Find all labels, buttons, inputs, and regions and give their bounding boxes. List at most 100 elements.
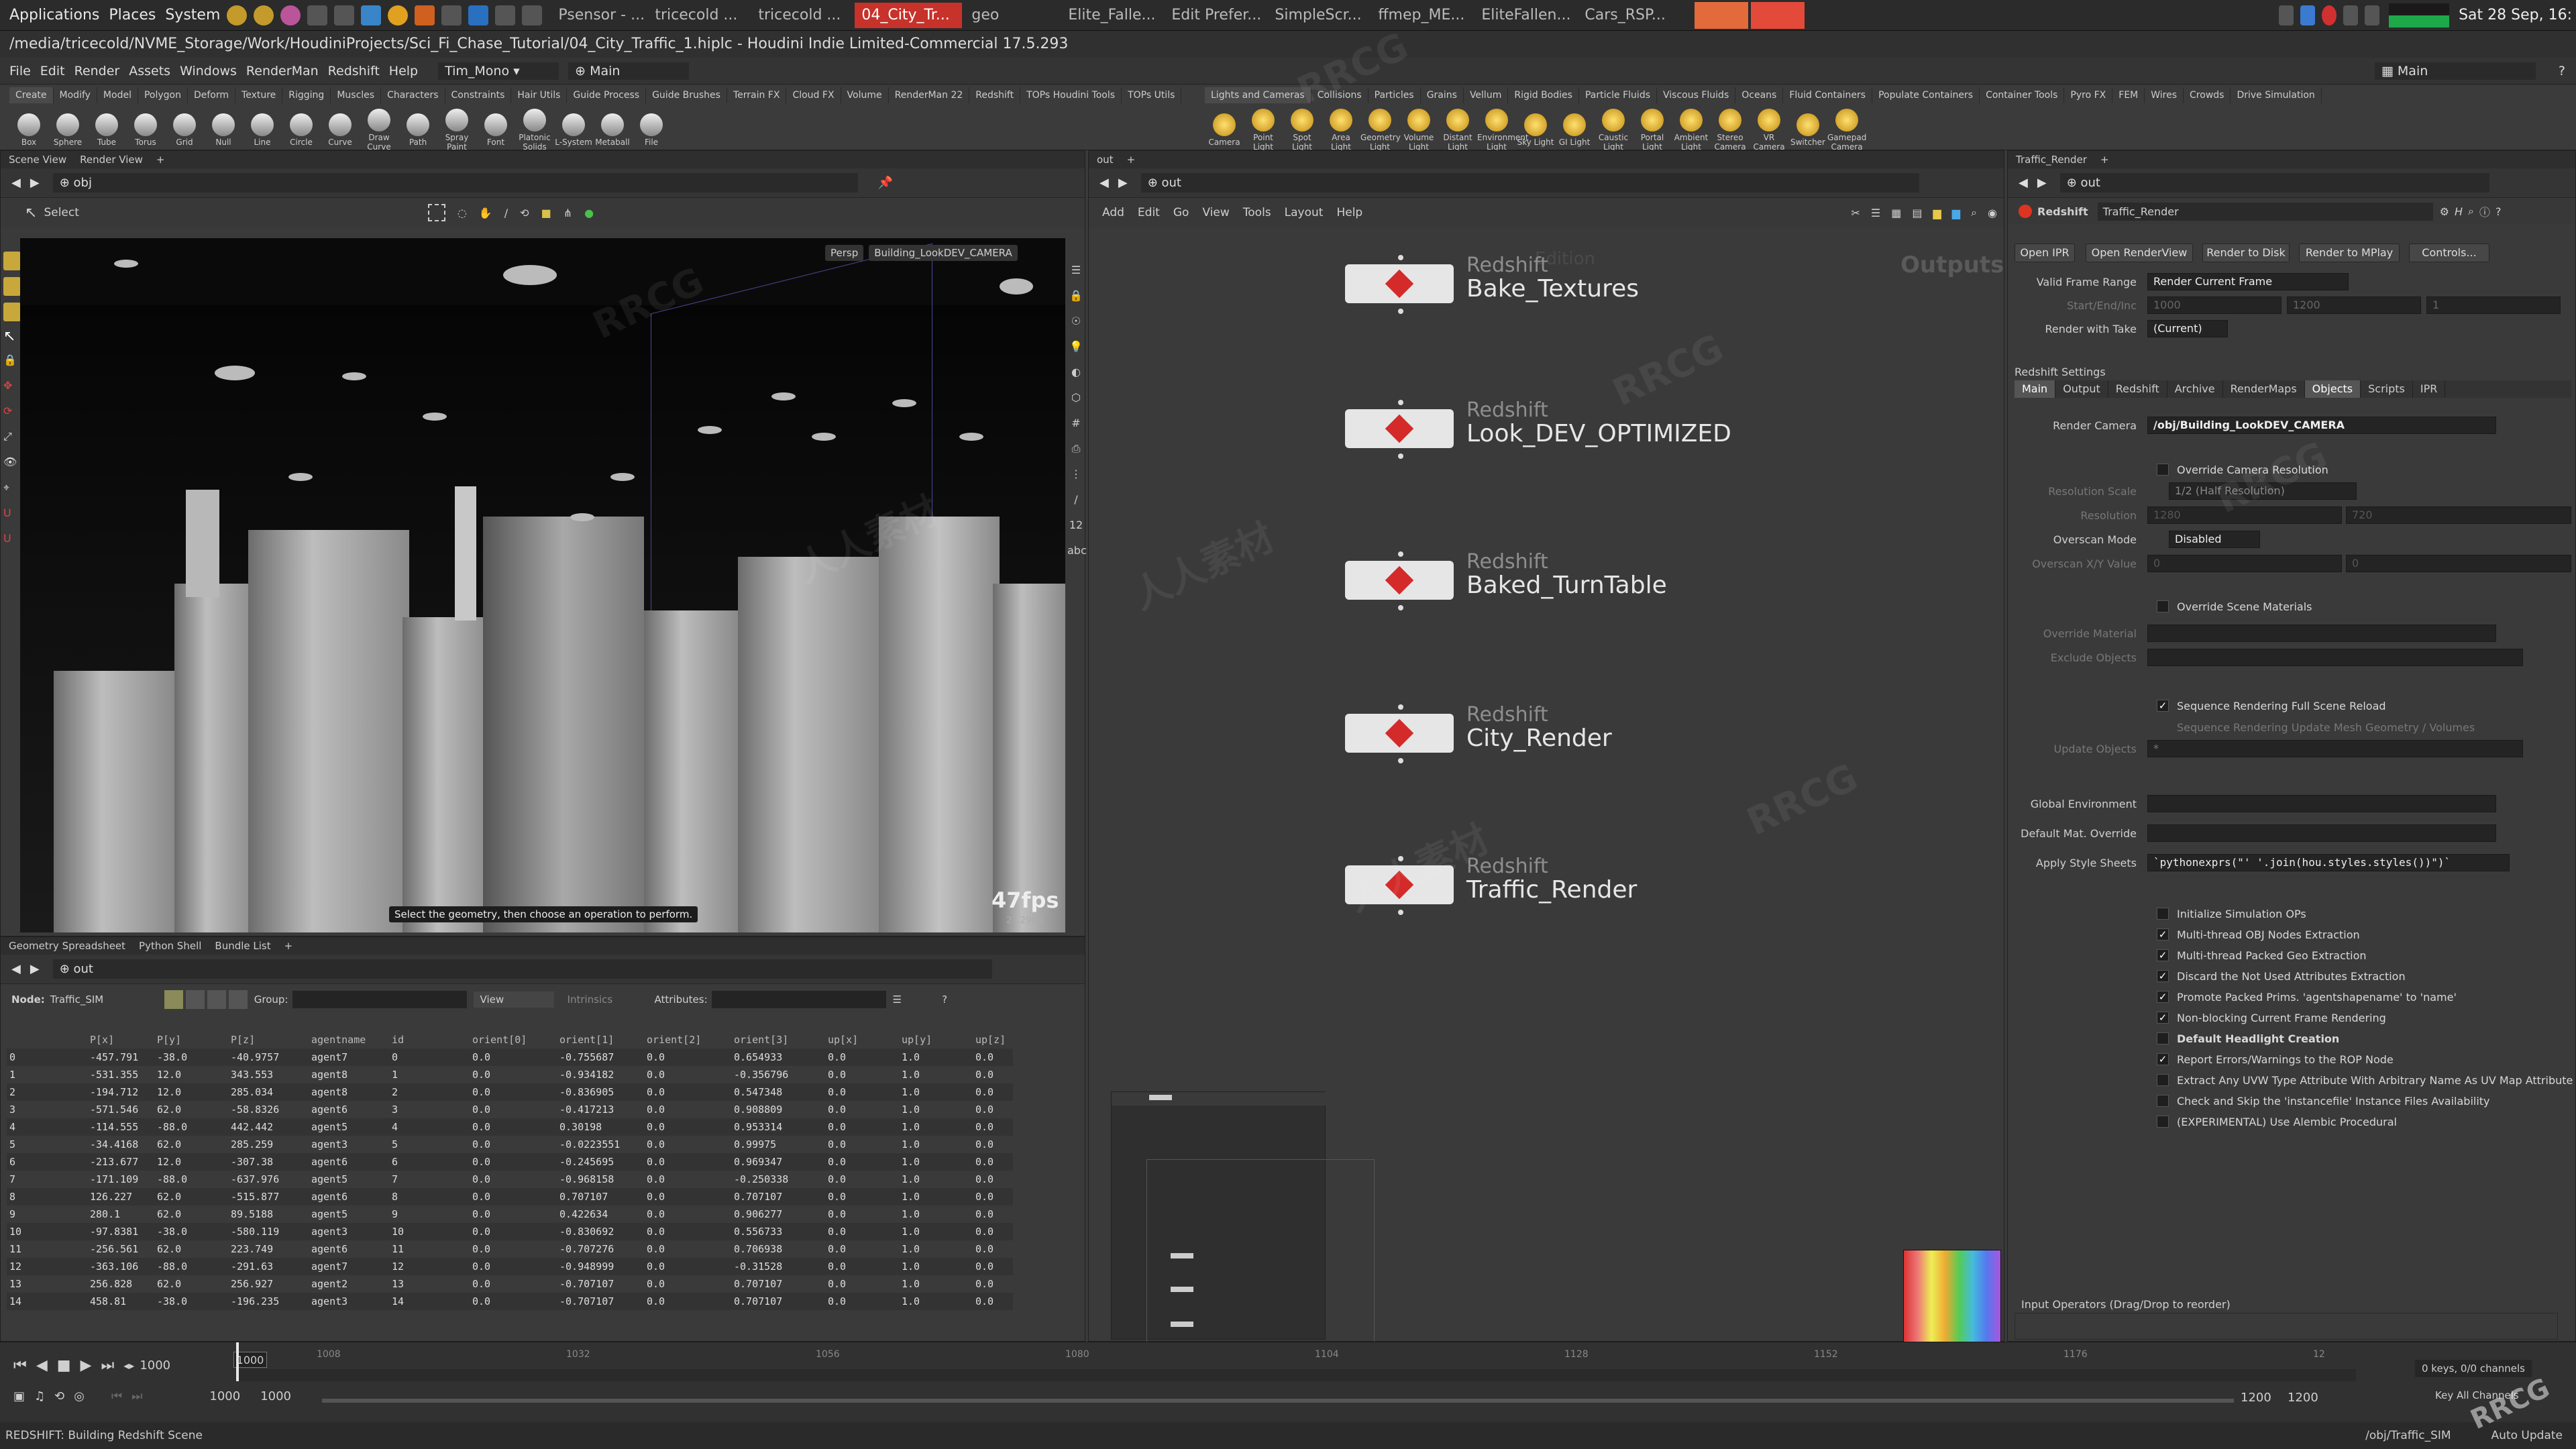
taskbar-item[interactable]: Edit Prefer... (1165, 3, 1265, 28)
shelf-tab[interactable]: Container Tools (1980, 87, 2065, 103)
param-tab[interactable]: Output (2055, 380, 2108, 398)
option-checkbox[interactable] (2157, 1116, 2169, 1128)
search-icon[interactable]: ⌕ (1971, 206, 1977, 219)
bluetooth-icon[interactable] (2279, 5, 2294, 25)
tab-render-view[interactable]: Render View (80, 151, 143, 168)
key-all-channels[interactable]: Key All Channels (2435, 1389, 2519, 1401)
taskbar-item[interactable]: ffmep_ME... (1371, 3, 1472, 28)
render-to-mplay-button[interactable]: Render to MPlay (2299, 244, 2400, 262)
shelf-tool-caustic-light[interactable]: Caustic Light (1594, 106, 1633, 152)
detail-mode-icon[interactable] (228, 990, 248, 1009)
path-field[interactable]: ⊕ out (1140, 173, 1919, 193)
grid-icon[interactable]: ▦ (1891, 207, 1901, 219)
timeline-playhead[interactable] (236, 1342, 239, 1381)
node-output-connector[interactable] (1398, 453, 1403, 459)
apply-styles-field[interactable]: `pythonexprs("' '.join(hou.styles.styles… (2147, 854, 2510, 871)
shelf-tool-vr-camera[interactable]: VR Camera (1750, 106, 1788, 152)
points-display-icon[interactable]: ⋮ (1067, 468, 1085, 488)
lock-tool-icon[interactable]: 🔒 (3, 354, 21, 372)
shelf-tab[interactable]: Lights and Cameras (1205, 87, 1311, 103)
network-icon[interactable] (2300, 5, 2316, 25)
jump-start-icon[interactable]: ⏮ (13, 1357, 27, 1374)
shelf-tab[interactable]: Constraints (445, 87, 512, 103)
wrench-icon[interactable]: ✂ (1851, 207, 1860, 219)
range-start2-field[interactable]: 1000 (260, 1389, 291, 1403)
shelf-tool-line[interactable]: Line (243, 111, 282, 147)
shelf-tool-null[interactable]: Null (204, 111, 243, 147)
node-output-connector[interactable] (1398, 605, 1403, 610)
path-field[interactable]: ⊕ out (52, 959, 992, 979)
resolution-y-field[interactable]: 720 (2346, 506, 2571, 524)
menu-redshift[interactable]: Redshift (328, 64, 380, 78)
menu-assets[interactable]: Assets (129, 64, 170, 78)
forward-arrow-icon[interactable]: ▶ (1118, 176, 1128, 190)
audio-icon[interactable]: ♫ (34, 1389, 45, 1403)
shelf-tab[interactable]: Particle Fluids (1579, 87, 1658, 103)
shelf-tool-platonic-solids[interactable]: Platonic Solids (515, 106, 554, 152)
table-row[interactable]: 5 -34.4168 62.0 285.259 agent3 5 0.0 -0.0223551… (7, 1136, 1013, 1153)
shelf-tool-draw-curve[interactable]: Draw Curve (360, 106, 398, 152)
menu-view[interactable]: View (1202, 206, 1229, 219)
table-row[interactable]: 0 -457.791 -38.0 -40.9757 agent7 0 0.0 -0.75568… (7, 1049, 1013, 1066)
node-name-label[interactable]: Traffic_Render (1466, 876, 1637, 904)
shelf-tool-grid[interactable]: Grid (165, 111, 204, 147)
shelf-tool-l-system[interactable]: L-System (554, 111, 593, 147)
shelf-tab[interactable]: Modify (54, 87, 97, 103)
column-header[interactable]: orient[2] (644, 1031, 731, 1049)
network-minimap[interactable] (1111, 1091, 1375, 1398)
jump-end-icon[interactable]: ⏭ (101, 1357, 114, 1374)
render-take-select[interactable]: (Current) (2147, 320, 2228, 337)
shelf-tab[interactable]: Polygon (138, 87, 188, 103)
menu-layout[interactable]: Layout (1285, 206, 1324, 219)
shelf-tab[interactable]: FEM (2112, 87, 2145, 103)
valid-frame-range-select[interactable]: Render Current Frame (2147, 273, 2349, 290)
right-desktop-select[interactable]: ▦ Main (2374, 62, 2536, 80)
taskbar-item[interactable]: Cars_RSP... (1578, 3, 1678, 28)
skip-end-icon[interactable]: ⏭ (131, 1389, 142, 1403)
points-mode-icon[interactable] (164, 990, 183, 1009)
app-launcher-icon[interactable] (495, 5, 516, 25)
path-field[interactable]: ⊕ obj (52, 173, 858, 193)
shelf-tool-metaball[interactable]: Metaball (593, 111, 632, 147)
shelf-tab[interactable]: Hair Utils (511, 87, 568, 103)
select-mode-icon[interactable]: ⟲ (520, 207, 529, 219)
app-launcher-icon[interactable] (254, 5, 274, 25)
attributes-field[interactable] (711, 991, 886, 1008)
param-tab[interactable]: Scripts (2361, 380, 2413, 398)
shelf-tool-tube[interactable]: Tube (87, 111, 126, 147)
app-launcher-icon[interactable] (468, 5, 489, 25)
shading-icon[interactable]: ◐ (1067, 366, 1085, 386)
shelf-tool-file[interactable]: File (632, 111, 671, 147)
app-launcher-icon[interactable] (361, 5, 382, 25)
shelf-tab[interactable]: Vellum (1464, 87, 1509, 103)
persp-menu[interactable]: Persp (825, 245, 864, 261)
system-menu[interactable]: System (165, 7, 220, 23)
range-slider[interactable] (322, 1399, 2234, 1403)
camera-select[interactable]: Building_LookDEV_CAMERA (869, 245, 1018, 261)
taskbar-item[interactable]: tricecold ... (648, 3, 749, 28)
back-arrow-icon[interactable]: ◀ (11, 962, 21, 976)
translate-tool-icon[interactable]: ✥ (3, 379, 21, 398)
edges-icon[interactable]: ⋔ (564, 207, 572, 219)
select-box-icon[interactable] (427, 204, 445, 221)
image-icon[interactable]: ▆ (1952, 207, 1960, 219)
table-row[interactable]: 12 -363.106 -88.0 -291.63 agent7 12 0.0 -0.9489… (7, 1258, 1013, 1275)
shelf-tab[interactable]: TOPs Houdini Tools (1020, 87, 1122, 103)
back-arrow-icon[interactable]: ◀ (11, 176, 21, 190)
taskbar-item[interactable]: geo (965, 3, 1059, 28)
calculator-icon[interactable] (334, 5, 355, 25)
menu-renderman[interactable]: RenderMan (246, 64, 319, 78)
pin-icon[interactable]: 📌 (878, 176, 893, 190)
path-field[interactable]: ⊕ out (2059, 173, 2489, 193)
places-menu[interactable]: Places (109, 7, 156, 23)
shelf-tool-path[interactable]: Path (398, 111, 437, 147)
shelf-tool-switcher[interactable]: Switcher (1788, 111, 1827, 147)
open-renderview-button[interactable]: Open RenderView (2086, 244, 2193, 262)
controls-button[interactable]: Controls... (2409, 244, 2489, 262)
column-header[interactable]: agentname (309, 1031, 389, 1049)
shelf-tool-ambient-light[interactable]: Ambient Light (1672, 106, 1711, 152)
shelf-tool-spot-light[interactable]: Spot Light (1283, 106, 1322, 152)
shelf-tab[interactable]: Pyro FX (2064, 87, 2113, 103)
shelf-tool-portal-light[interactable]: Portal Light (1633, 106, 1672, 152)
node-name-field[interactable]: Traffic_Render (2097, 202, 2433, 221)
